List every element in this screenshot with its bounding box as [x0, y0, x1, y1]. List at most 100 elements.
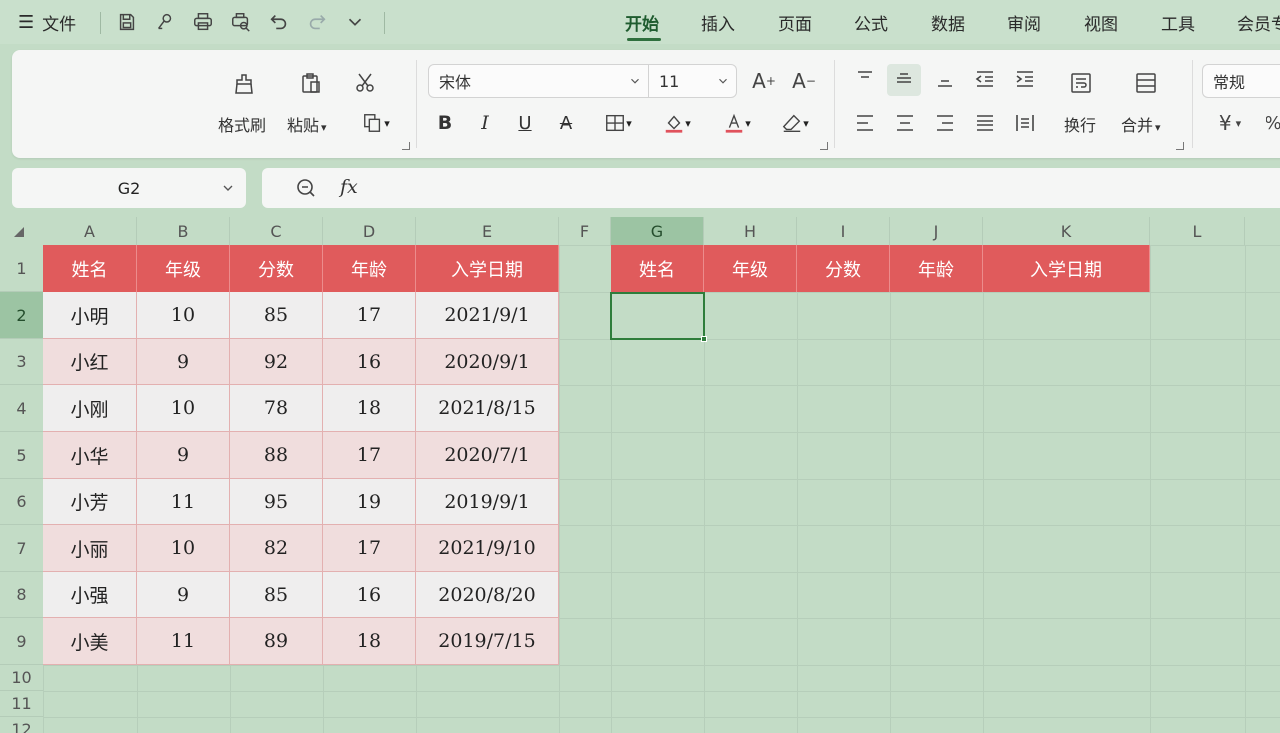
print-preview-icon[interactable] — [229, 10, 253, 34]
paste-label[interactable]: 粘贴 ▾ — [287, 112, 327, 136]
wrap-text-label[interactable]: 换行 — [1064, 112, 1096, 136]
font-size-select[interactable]: 11 — [649, 64, 737, 98]
data-cell[interactable]: 2021/8/15 — [416, 385, 559, 432]
data-cell[interactable]: 82 — [230, 525, 323, 572]
column-header-a[interactable]: A — [43, 217, 137, 245]
align-left-icon[interactable] — [850, 108, 880, 138]
data-cell[interactable]: 小美 — [43, 618, 137, 665]
save-icon[interactable] — [115, 10, 139, 34]
data-cell[interactable]: 78 — [230, 385, 323, 432]
column-header-d[interactable]: D — [323, 217, 416, 245]
tab-tools[interactable]: 工具 — [1161, 0, 1195, 44]
row-header-12[interactable]: 12 — [0, 717, 43, 733]
data-cell[interactable]: 2020/8/20 — [416, 572, 559, 618]
number-format-select[interactable]: 常规 — [1202, 64, 1280, 98]
print-icon[interactable] — [191, 10, 215, 34]
column-header-c[interactable]: C — [230, 217, 323, 245]
source-header-cell[interactable]: 入学日期 — [416, 245, 559, 292]
align-middle-icon[interactable] — [887, 64, 921, 96]
column-header-j[interactable]: J — [890, 217, 983, 245]
italic-icon[interactable]: I — [472, 108, 498, 138]
tab-data[interactable]: 数据 — [931, 0, 965, 44]
data-cell[interactable]: 92 — [230, 339, 323, 385]
copy-icon[interactable]: ▾ — [354, 108, 398, 138]
underline-icon[interactable]: U — [512, 108, 538, 138]
undo-icon[interactable] — [267, 10, 291, 34]
select-all-corner[interactable] — [0, 217, 43, 245]
data-cell[interactable]: 小强 — [43, 572, 137, 618]
data-cell[interactable]: 9 — [137, 432, 230, 479]
column-header-g[interactable]: G — [611, 217, 704, 245]
data-cell[interactable]: 17 — [323, 432, 416, 479]
name-box[interactable]: G2 — [12, 168, 246, 208]
data-cell[interactable]: 11 — [137, 479, 230, 525]
fill-color-icon[interactable]: ▾ — [654, 108, 700, 138]
data-cell[interactable]: 85 — [230, 292, 323, 339]
row-header-7[interactable]: 7 — [0, 525, 43, 572]
data-cell[interactable]: 89 — [230, 618, 323, 665]
increase-font-icon[interactable]: A + — [750, 66, 778, 96]
column-header-b[interactable]: B — [137, 217, 230, 245]
active-cell-selection[interactable] — [610, 292, 707, 342]
column-header-k[interactable]: K — [983, 217, 1150, 245]
data-cell[interactable]: 2021/9/10 — [416, 525, 559, 572]
format-painter-icon[interactable] — [228, 68, 260, 100]
share-icon[interactable] — [153, 10, 177, 34]
data-cell[interactable]: 10 — [137, 292, 230, 339]
currency-icon[interactable]: ¥ ▾ — [1208, 108, 1252, 138]
data-cell[interactable]: 小明 — [43, 292, 137, 339]
clear-format-icon[interactable]: ▾ — [772, 108, 818, 138]
data-cell[interactable]: 18 — [323, 618, 416, 665]
wrap-text-icon[interactable] — [1064, 66, 1098, 100]
bold-icon[interactable]: B — [432, 108, 458, 138]
data-cell[interactable]: 2019/7/15 — [416, 618, 559, 665]
data-cell[interactable]: 17 — [323, 292, 416, 339]
data-cell[interactable]: 88 — [230, 432, 323, 479]
data-cell[interactable]: 11 — [137, 618, 230, 665]
column-header-l[interactable]: L — [1150, 217, 1245, 245]
data-cell[interactable]: 85 — [230, 572, 323, 618]
data-cell[interactable]: 9 — [137, 339, 230, 385]
data-cell[interactable]: 2020/7/1 — [416, 432, 559, 479]
row-header-11[interactable]: 11 — [0, 691, 43, 717]
data-cell[interactable]: 小华 — [43, 432, 137, 479]
increase-indent-icon[interactable] — [1010, 64, 1040, 94]
tab-review[interactable]: 审阅 — [1007, 0, 1041, 44]
main-menu-button[interactable]: ☰ 文件 — [18, 0, 76, 44]
align-center-icon[interactable] — [890, 108, 920, 138]
merge-cells-icon[interactable] — [1128, 66, 1164, 100]
data-cell[interactable]: 19 — [323, 479, 416, 525]
tab-view[interactable]: 视图 — [1084, 0, 1118, 44]
strikethrough-icon[interactable]: A — [553, 108, 579, 138]
row-header-6[interactable]: 6 — [0, 479, 43, 525]
data-cell[interactable]: 2020/9/1 — [416, 339, 559, 385]
source-header-cell[interactable]: 年龄 — [323, 245, 416, 292]
row-header-4[interactable]: 4 — [0, 385, 43, 432]
data-cell[interactable]: 小红 — [43, 339, 137, 385]
decrease-font-icon[interactable]: A − — [790, 66, 818, 96]
merge-label[interactable]: 合并 ▾ — [1121, 112, 1161, 136]
tab-insert[interactable]: 插入 — [701, 0, 735, 44]
data-cell[interactable]: 10 — [137, 525, 230, 572]
data-cell[interactable]: 18 — [323, 385, 416, 432]
data-cell[interactable]: 小刚 — [43, 385, 137, 432]
data-cell[interactable]: 9 — [137, 572, 230, 618]
align-bottom-icon[interactable] — [930, 64, 960, 94]
data-cell[interactable]: 95 — [230, 479, 323, 525]
border-icon[interactable]: ▾ — [596, 108, 640, 138]
tab-page[interactable]: 页面 — [778, 0, 812, 44]
row-header-2[interactable]: 2 — [0, 292, 43, 339]
font-name-select[interactable]: 宋体 — [428, 64, 649, 98]
formula-bar[interactable]: fx — [262, 168, 1280, 208]
source-header-cell[interactable]: 姓名 — [43, 245, 137, 292]
format-painter-label[interactable]: 格式刷 — [218, 112, 266, 136]
tab-member[interactable]: 会员专享 — [1237, 0, 1280, 44]
source-header-cell[interactable]: 分数 — [230, 245, 323, 292]
target-header-cell[interactable]: 姓名 — [611, 245, 704, 292]
font-launcher-icon[interactable] — [820, 142, 828, 150]
target-header-cell[interactable]: 分数 — [797, 245, 890, 292]
align-right-icon[interactable] — [930, 108, 960, 138]
row-header-8[interactable]: 8 — [0, 572, 43, 618]
data-cell[interactable]: 小芳 — [43, 479, 137, 525]
zoom-icon[interactable] — [294, 176, 318, 200]
